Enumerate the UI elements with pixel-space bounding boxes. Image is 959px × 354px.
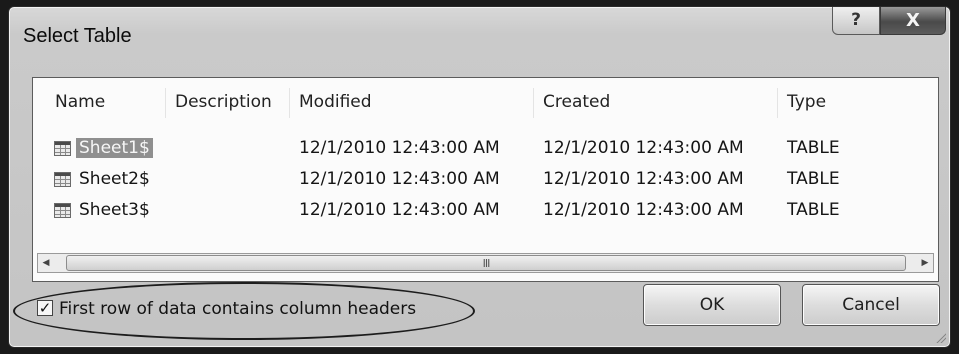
scroll-right-arrow-icon[interactable]: ▶ (917, 254, 933, 272)
dialog-title: Select Table (23, 25, 132, 47)
column-divider (165, 88, 166, 118)
select-table-dialog: Select Table ? X Name Description Modifi… (8, 6, 951, 348)
row-created: 12/1/2010 12:43:00 AM (543, 169, 744, 189)
table-icon (54, 141, 71, 156)
row-name: Sheet1$ (76, 138, 153, 158)
row-type: TABLE (787, 200, 840, 220)
table-icon (54, 203, 71, 218)
ok-button[interactable]: OK (643, 284, 781, 326)
column-header-created[interactable]: Created (543, 92, 610, 112)
column-divider (533, 88, 534, 118)
scroll-left-arrow-icon[interactable]: ◀ (38, 254, 54, 272)
help-icon: ? (851, 10, 861, 30)
column-header-type[interactable]: Type (787, 92, 826, 112)
column-header-name[interactable]: Name (55, 92, 105, 112)
table-row[interactable]: Sheet3$ 12/1/2010 12:43:00 AM 12/1/2010 … (33, 197, 938, 227)
column-divider (777, 88, 778, 118)
title-bar[interactable]: Select Table ? X (9, 7, 950, 63)
row-name: Sheet3$ (79, 200, 150, 220)
row-created: 12/1/2010 12:43:00 AM (543, 138, 744, 158)
table-icon (54, 172, 71, 187)
row-created: 12/1/2010 12:43:00 AM (543, 200, 744, 220)
cancel-button[interactable]: Cancel (802, 284, 940, 326)
table-list[interactable]: Name Description Modified Created Type S… (32, 77, 939, 282)
table-row[interactable]: Sheet2$ 12/1/2010 12:43:00 AM 12/1/2010 … (33, 166, 938, 196)
resize-grip-icon[interactable] (934, 331, 946, 343)
row-modified: 12/1/2010 12:43:00 AM (299, 200, 500, 220)
close-icon: X (906, 10, 920, 31)
column-header-description[interactable]: Description (175, 92, 272, 112)
row-type: TABLE (787, 169, 840, 189)
first-row-headers-checkbox[interactable]: ✓ (37, 300, 53, 316)
column-header-modified[interactable]: Modified (299, 92, 372, 112)
row-type: TABLE (787, 138, 840, 158)
first-row-headers-label[interactable]: First row of data contains column header… (59, 299, 416, 319)
row-modified: 12/1/2010 12:43:00 AM (299, 169, 500, 189)
close-button[interactable]: X (880, 7, 946, 35)
row-name: Sheet2$ (79, 169, 150, 189)
row-modified: 12/1/2010 12:43:00 AM (299, 138, 500, 158)
column-divider (289, 88, 290, 118)
table-row[interactable]: Sheet1$ 12/1/2010 12:43:00 AM 12/1/2010 … (33, 135, 938, 165)
help-button[interactable]: ? (832, 7, 880, 35)
scrollbar-thumb[interactable]: III (66, 255, 906, 271)
scrollbar-grip-icon: III (482, 257, 491, 270)
horizontal-scrollbar[interactable]: ◀ III ▶ (37, 253, 934, 273)
